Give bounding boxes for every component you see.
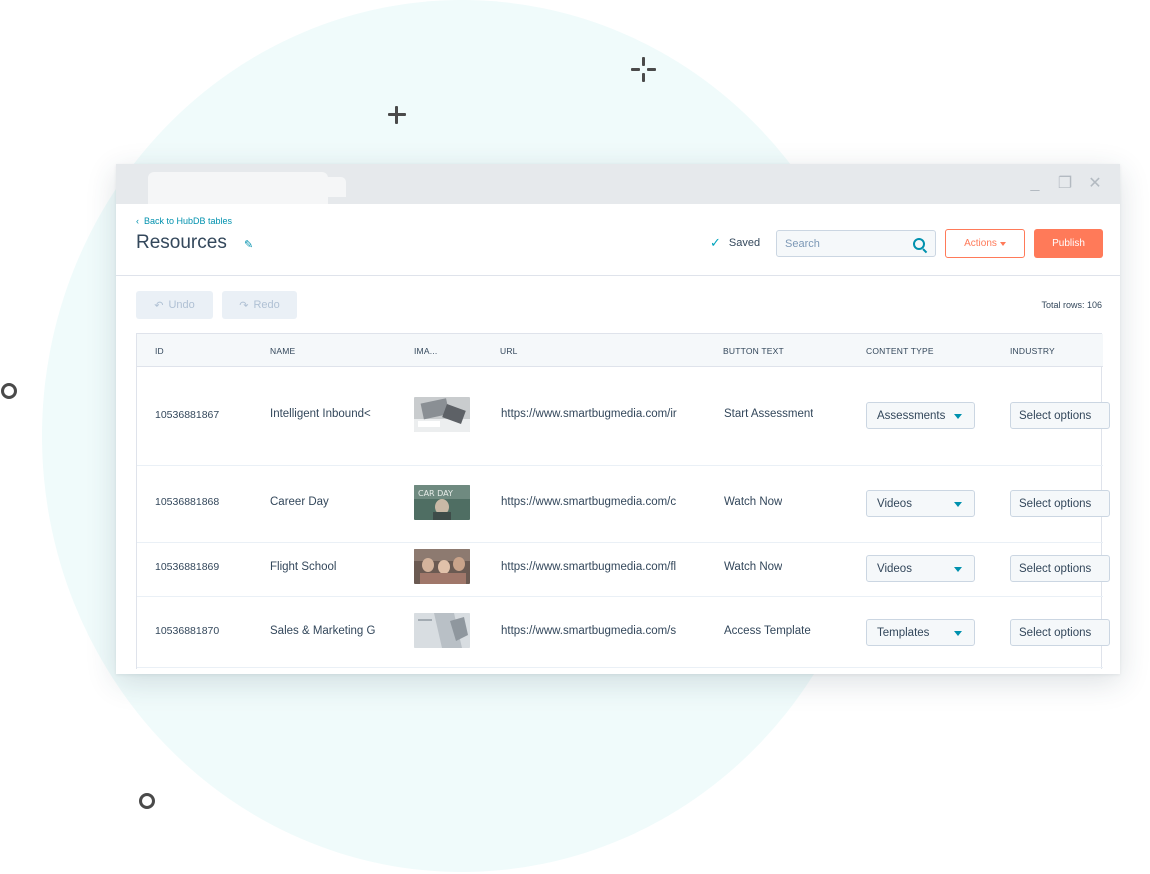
cell-id: 10536881870 — [155, 625, 220, 637]
table-row[interactable]: 10536881868 Career Day CAR DAY https://w… — [137, 466, 1110, 543]
browser-window: ✕ _ ❐ ✕ ‹ Back to HubDB tables Resources… — [116, 164, 1120, 674]
cell-button-text[interactable]: Watch Now — [724, 496, 782, 508]
content-type-select[interactable]: Templates — [866, 619, 975, 646]
browser-chrome: ✕ _ ❐ ✕ — [116, 164, 1120, 204]
column-header-industry[interactable]: INDUSTRY — [1010, 346, 1055, 356]
content-type-value: Videos — [877, 563, 912, 575]
redo-label: Redo — [253, 299, 280, 311]
saved-label: Saved — [728, 237, 761, 249]
ring-decoration — [1, 383, 17, 399]
content-type-select[interactable]: Videos — [866, 490, 975, 517]
caret-down-icon — [999, 241, 1006, 246]
search-input[interactable]: Search — [776, 230, 936, 257]
cell-button-text[interactable]: Start Assessment — [724, 408, 813, 420]
cell-name[interactable]: Intelligent Inbound< — [270, 408, 390, 420]
publish-label: Publish — [1052, 238, 1085, 249]
cell-name[interactable]: Career Day — [270, 496, 390, 508]
close-window-icon[interactable]: ✕ — [1086, 174, 1104, 194]
cell-url[interactable]: https://www.smartbugmedia.com/s — [501, 625, 687, 637]
undo-label: Undo — [168, 299, 195, 311]
page-title: Resources — [136, 232, 227, 253]
data-table: ID NAME IMA... URL BUTTON TEXT CONTENT T… — [136, 333, 1110, 669]
actions-button[interactable]: Actions — [945, 229, 1025, 258]
cell-name[interactable]: Sales & Marketing G — [270, 625, 390, 637]
column-header-url[interactable]: URL — [500, 346, 518, 356]
industry-value: Select options — [1019, 563, 1092, 575]
column-header-button-text[interactable]: BUTTON TEXT — [723, 346, 784, 356]
undo-button[interactable]: ↶ Undo — [136, 291, 213, 319]
row-thumbnail-image[interactable] — [414, 397, 470, 432]
industry-select[interactable]: Select options — [1010, 619, 1110, 646]
undo-icon: ↶ — [154, 299, 164, 312]
cell-button-text[interactable]: Watch Now — [724, 561, 782, 573]
page-header: ‹ Back to HubDB tables Resources ✎ ✓ Sav… — [116, 204, 1120, 276]
redo-button[interactable]: ↷ Redo — [222, 291, 297, 319]
back-link[interactable]: ‹ Back to HubDB tables — [136, 216, 232, 226]
publish-button[interactable]: Publish — [1034, 229, 1103, 258]
row-thumbnail-image[interactable]: CAR DAY — [414, 485, 470, 520]
caret-down-icon — [954, 631, 962, 636]
table-header: ID NAME IMA... URL BUTTON TEXT CONTENT T… — [137, 334, 1103, 367]
total-rows: Total rows: 106 — [1041, 300, 1102, 310]
svg-text:CAR DAY: CAR DAY — [418, 489, 453, 498]
plus-decoration — [388, 106, 406, 124]
row-thumbnail-image[interactable] — [414, 613, 470, 648]
back-link-label: Back to HubDB tables — [144, 216, 233, 226]
search-placeholder: Search — [785, 238, 820, 250]
cell-url[interactable]: https://www.smartbugmedia.com/c — [501, 496, 687, 508]
ring-decoration — [139, 793, 155, 809]
content-type-value: Videos — [877, 498, 912, 510]
industry-select[interactable]: Select options — [1010, 402, 1110, 429]
minimize-icon[interactable]: _ — [1026, 174, 1044, 194]
column-header-content-type[interactable]: CONTENT TYPE — [866, 346, 934, 356]
industry-select[interactable]: Select options — [1010, 555, 1110, 582]
cell-id: 10536881867 — [155, 409, 220, 421]
chevron-left-icon: ‹ — [136, 216, 139, 226]
cell-url[interactable]: https://www.smartbugmedia.com/ir — [501, 408, 687, 420]
industry-value: Select options — [1019, 627, 1092, 639]
industry-value: Select options — [1019, 498, 1092, 510]
table-row[interactable]: 10536881869 Flight School https://www.sm… — [137, 543, 1110, 597]
redo-icon: ↷ — [239, 299, 249, 312]
column-header-id[interactable]: ID — [155, 346, 164, 356]
table-row[interactable]: 10536881867 Intelligent Inbound< https:/… — [137, 366, 1110, 466]
industry-select[interactable]: Select options — [1010, 490, 1110, 517]
pencil-icon[interactable]: ✎ — [244, 238, 253, 251]
cell-button-text[interactable]: Access Template — [724, 625, 811, 637]
caret-down-icon — [954, 414, 962, 419]
industry-value: Select options — [1019, 410, 1092, 422]
column-header-image[interactable]: IMA... — [414, 346, 437, 356]
caret-down-icon — [954, 567, 962, 572]
content-type-value: Assessments — [877, 410, 946, 422]
cell-id: 10536881869 — [155, 561, 220, 573]
caret-down-icon — [954, 502, 962, 507]
check-icon: ✓ — [710, 235, 721, 250]
saved-status: ✓ Saved — [710, 235, 760, 251]
search-icon[interactable] — [913, 238, 925, 250]
content-type-select[interactable]: Videos — [866, 555, 975, 582]
new-tab-button[interactable] — [314, 177, 346, 197]
actions-label: Actions — [964, 238, 997, 249]
maximize-icon[interactable]: ❐ — [1056, 174, 1074, 194]
window-controls: _ ❐ ✕ — [1026, 174, 1104, 194]
row-thumbnail-image[interactable] — [414, 549, 470, 584]
browser-tab[interactable]: ✕ — [148, 172, 328, 204]
cell-id: 10536881868 — [155, 496, 220, 508]
table-row[interactable]: 10536881870 Sales & Marketing G https://… — [137, 597, 1110, 668]
content-type-select[interactable]: Assessments — [866, 402, 975, 429]
cell-url[interactable]: https://www.smartbugmedia.com/fl — [501, 561, 687, 573]
sparkle-decoration — [631, 57, 657, 83]
cell-name[interactable]: Flight School — [270, 561, 390, 573]
content-type-value: Templates — [877, 627, 930, 639]
column-header-name[interactable]: NAME — [270, 346, 295, 356]
